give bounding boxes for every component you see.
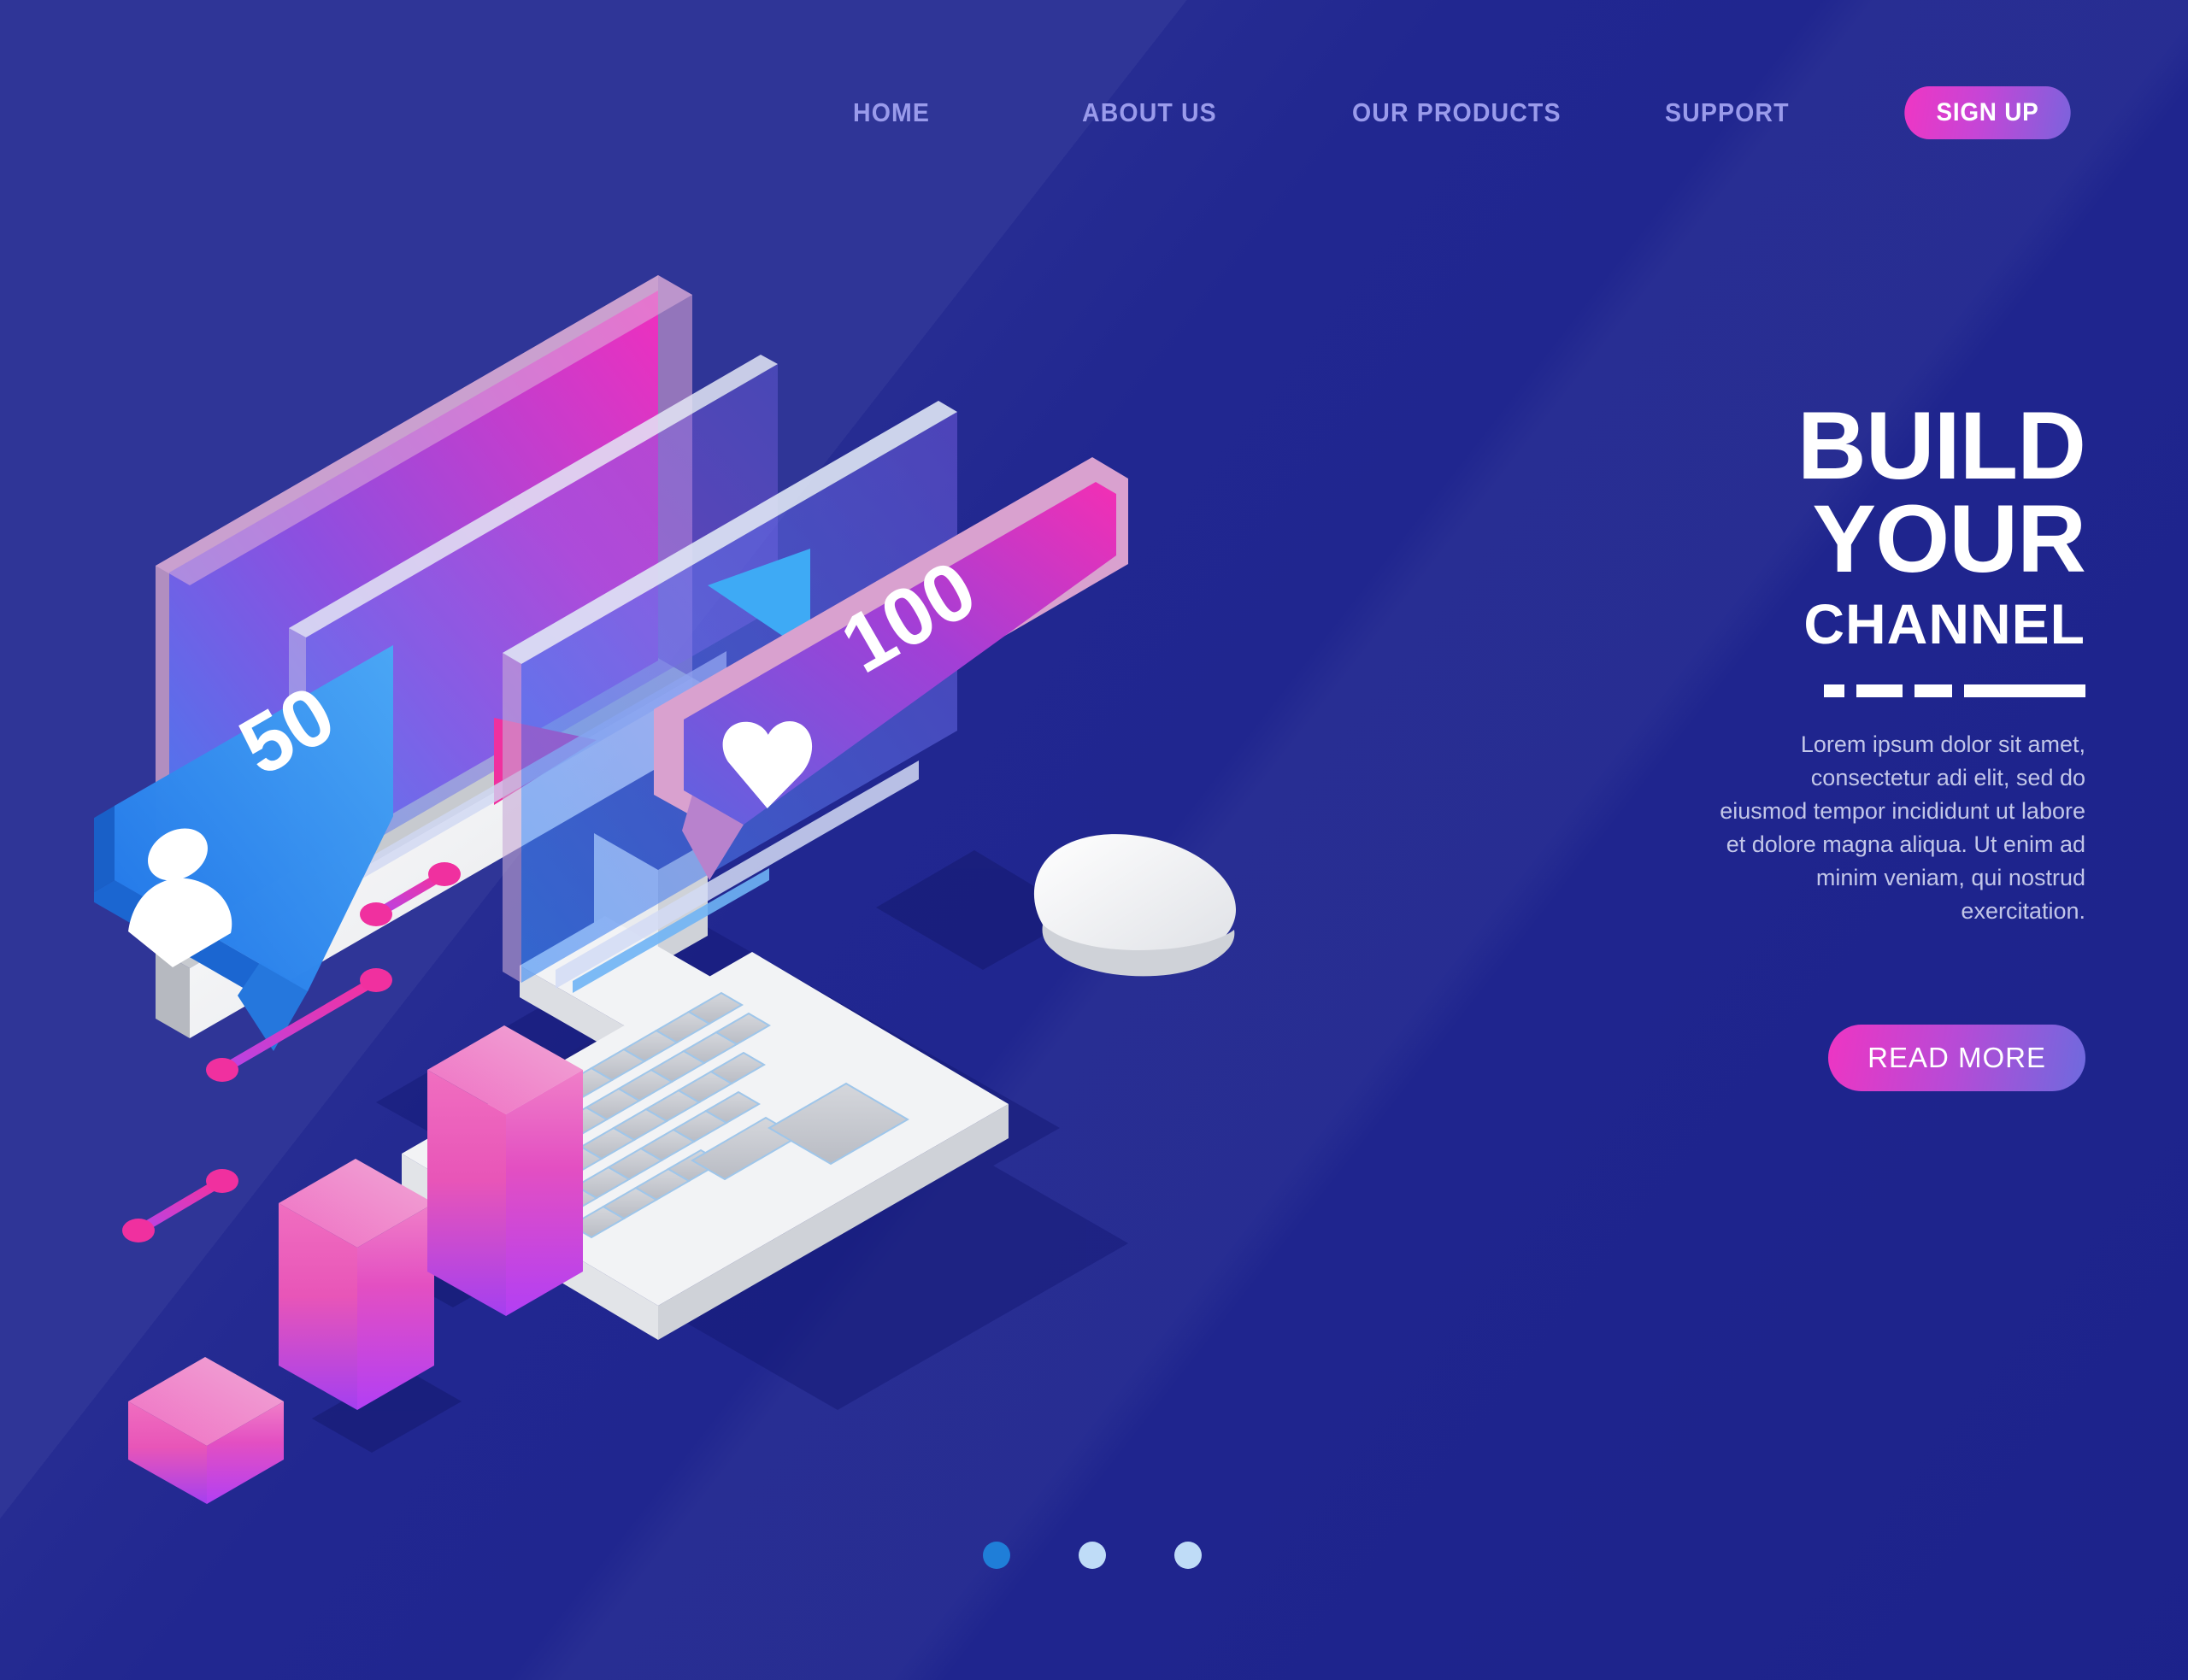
divider-dash-1 [1824, 684, 1844, 697]
divider-dash-2 [1856, 684, 1903, 697]
chart-bar-2 [279, 1159, 434, 1410]
nav-item-our-products[interactable]: OUR PRODUCTS [1352, 97, 1562, 128]
page-title: BUILD YOUR CHANNEL [1718, 392, 2086, 656]
hero-copy: BUILD YOUR CHANNEL Lorem ipsum dolor sit… [1718, 392, 2086, 1091]
hero-body-text: Lorem ipsum dolor sit amet, consectetur … [1720, 731, 2085, 925]
mouse [1033, 834, 1237, 977]
isometric-illustration: 50 100 [94, 197, 1564, 1547]
read-more-button[interactable]: READ MORE [1828, 1024, 2085, 1091]
chart-bar-1 [128, 1357, 284, 1504]
carousel-pagination [983, 1542, 1202, 1569]
nav-item-support[interactable]: SUPPORT [1665, 97, 1790, 128]
carousel-dot-3[interactable] [1174, 1542, 1202, 1569]
nav-item-about-us[interactable]: ABOUT US [1082, 97, 1217, 128]
headline-line-2: YOUR [1812, 485, 2086, 593]
headline-line-1: BUILD [1797, 392, 2086, 499]
headline-line-3: CHANNEL [1803, 592, 2085, 656]
page-root: HOME ABOUT US OUR PRODUCTS SUPPORT SIGN … [0, 0, 2188, 1680]
carousel-dot-2[interactable] [1079, 1542, 1106, 1569]
dashed-divider [1718, 684, 2085, 697]
nav-item-home[interactable]: HOME [853, 97, 930, 128]
sign-up-button[interactable]: SIGN UP [1904, 86, 2072, 139]
followers-badge: 50 [94, 645, 393, 1051]
divider-dash-4 [1964, 684, 2085, 697]
top-navigation: HOME ABOUT US OUR PRODUCTS SUPPORT SIGN … [0, 82, 2188, 144]
carousel-dot-1[interactable] [983, 1542, 1010, 1569]
chart-bar-3 [427, 1025, 583, 1316]
divider-dash-3 [1914, 684, 1952, 697]
